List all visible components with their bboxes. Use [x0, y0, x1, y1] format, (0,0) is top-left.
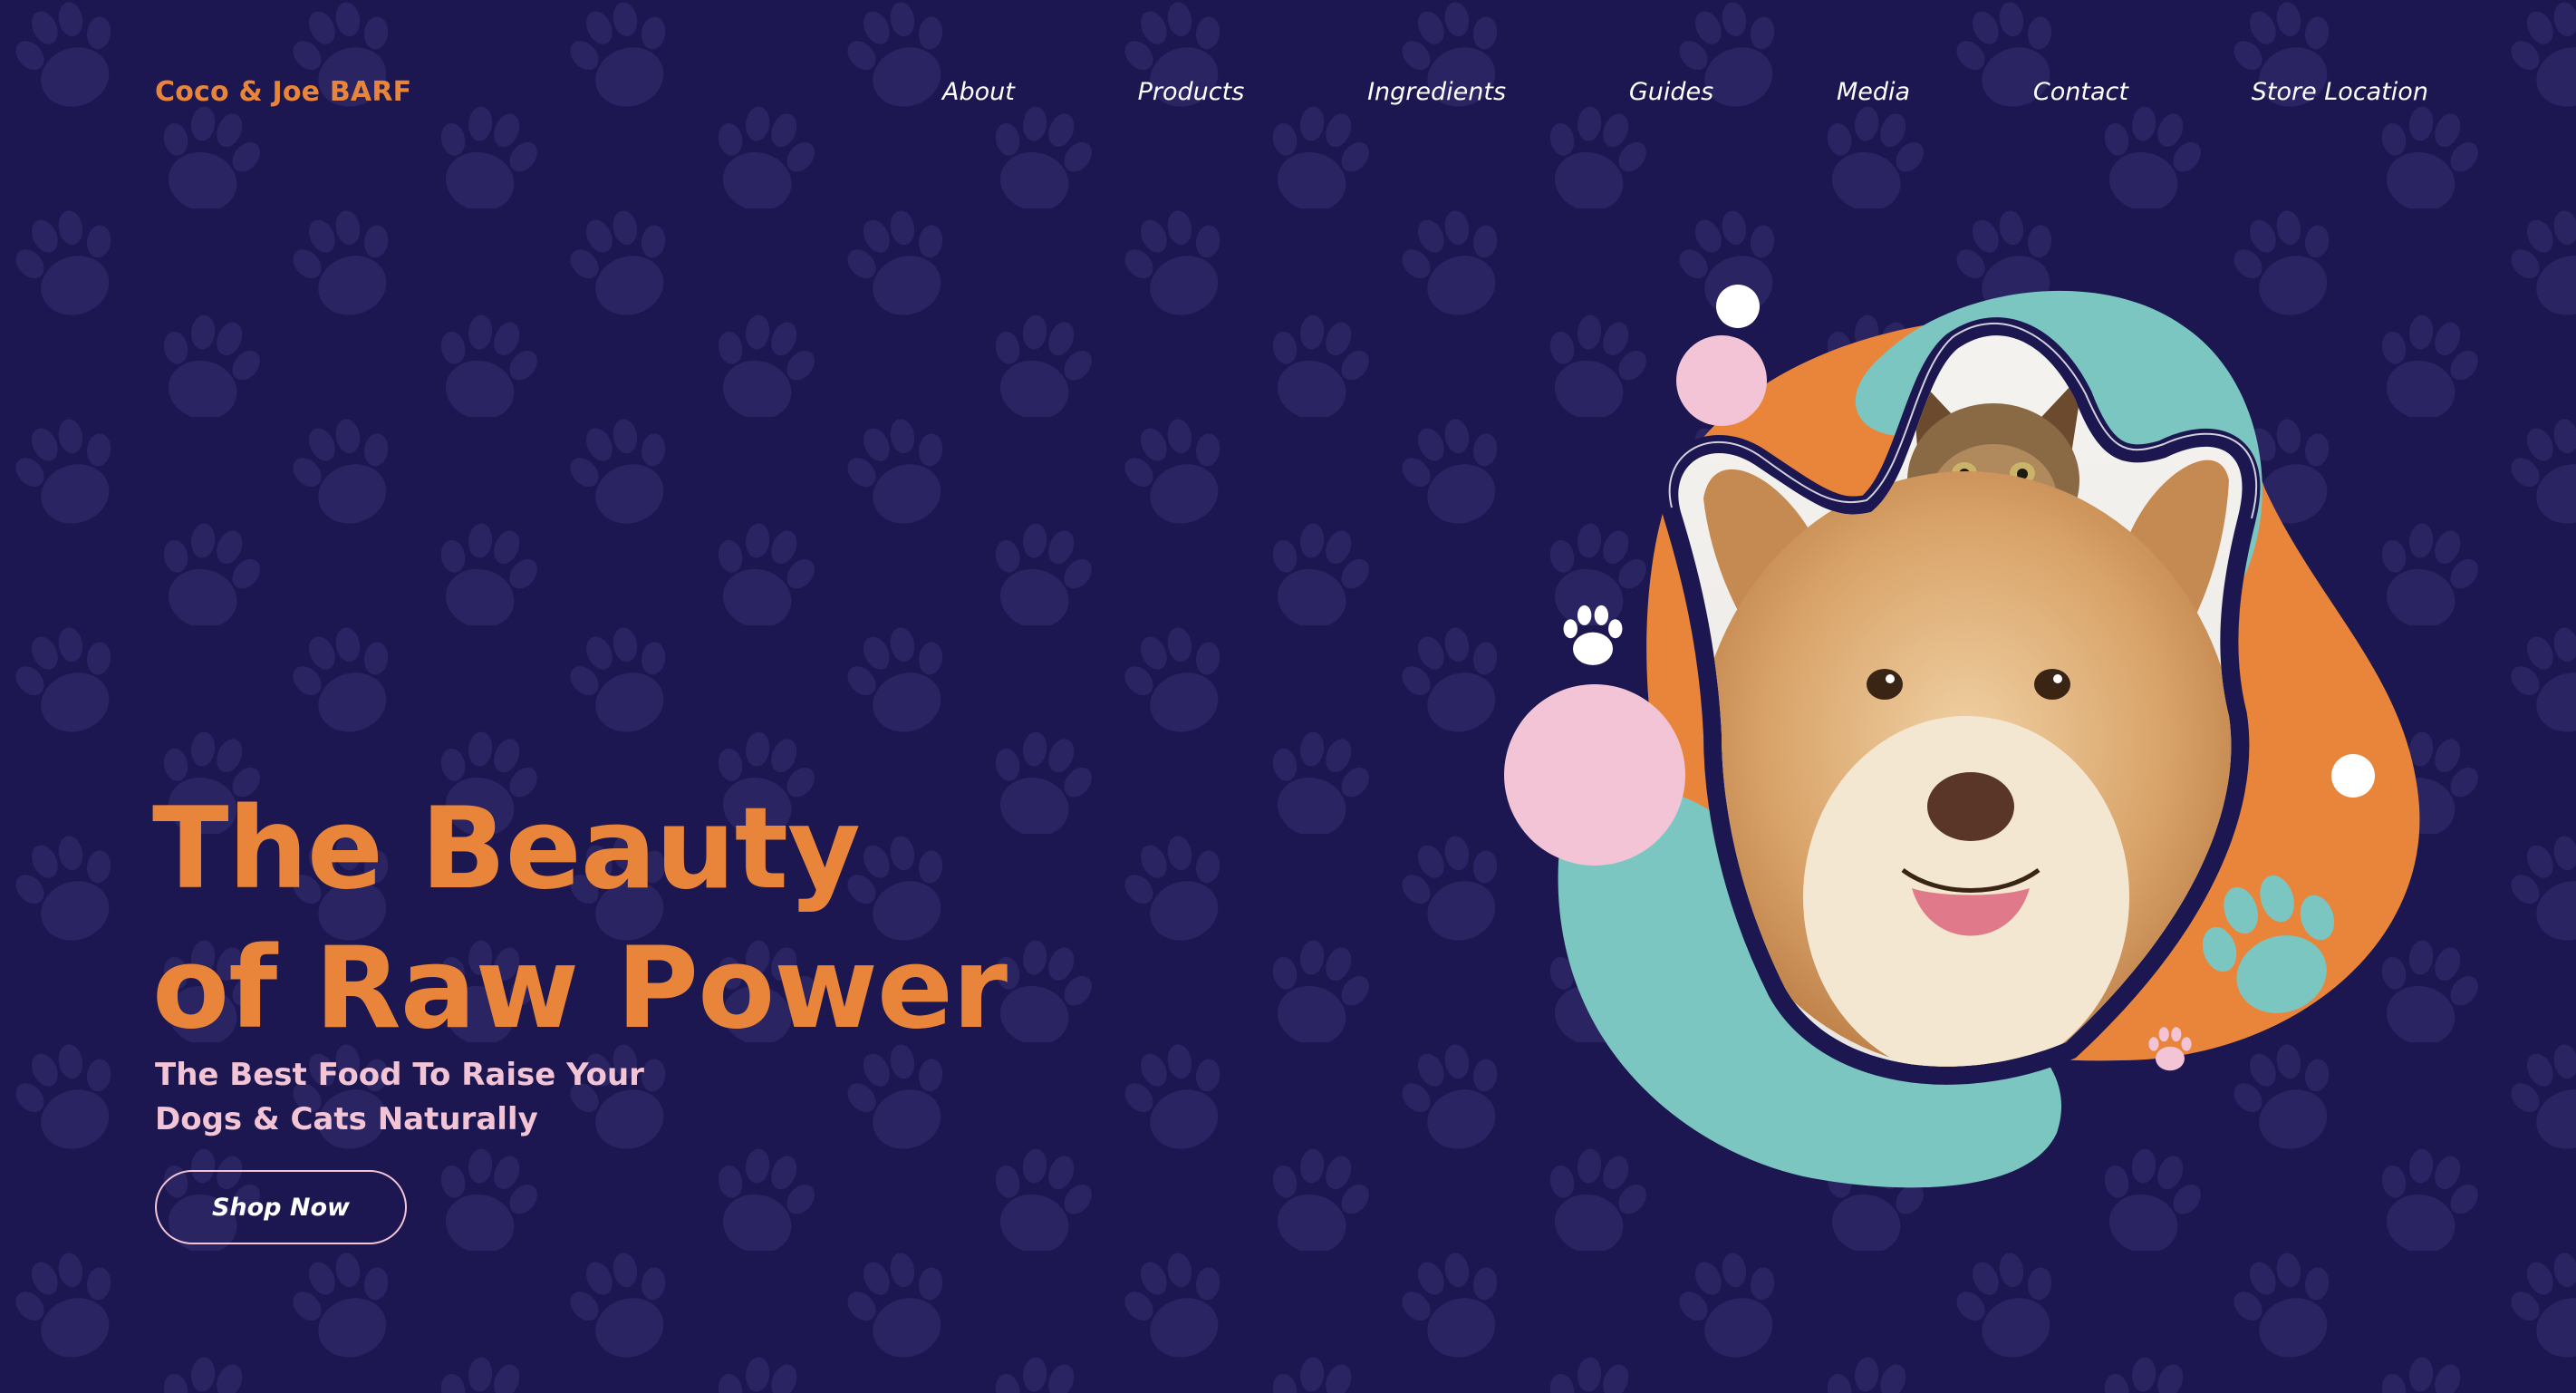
nav-item-media[interactable]: Media	[1837, 78, 1910, 106]
brand-logo[interactable]: Coco & Joe BARF	[155, 76, 411, 108]
nav-item-about[interactable]: About	[942, 78, 1015, 106]
hero-illustration	[1504, 285, 2420, 1188]
hero-title-line-2: of Raw Power	[152, 924, 1008, 1054]
hero-title-line-1: The Beauty	[152, 784, 861, 914]
hero-title: The Beauty of Raw Power	[152, 779, 1008, 1059]
paw-icon	[1563, 605, 1623, 665]
pink-dot-small	[1676, 335, 1767, 426]
white-dot-right	[2331, 754, 2375, 798]
nav-item-guides[interactable]: Guides	[1629, 78, 1713, 106]
hero-subtitle: The Best Food To Raise Your Dogs & Cats …	[155, 1053, 644, 1142]
white-dot-top	[1716, 285, 1760, 328]
hero-subtitle-line-1: The Best Food To Raise Your	[155, 1057, 644, 1093]
nav-item-ingredients[interactable]: Ingredients	[1367, 78, 1506, 106]
nav-item-store-location[interactable]: Store Location	[2252, 78, 2428, 106]
pink-dot-large	[1504, 684, 1685, 866]
main-nav: About Products Ingredients Guides Media …	[942, 78, 2428, 106]
shop-now-button[interactable]: Shop Now	[155, 1170, 407, 1244]
nav-item-contact[interactable]: Contact	[2033, 78, 2128, 106]
nav-item-products[interactable]: Products	[1138, 78, 1245, 106]
hero-subtitle-line-2: Dogs & Cats Naturally	[155, 1101, 538, 1137]
